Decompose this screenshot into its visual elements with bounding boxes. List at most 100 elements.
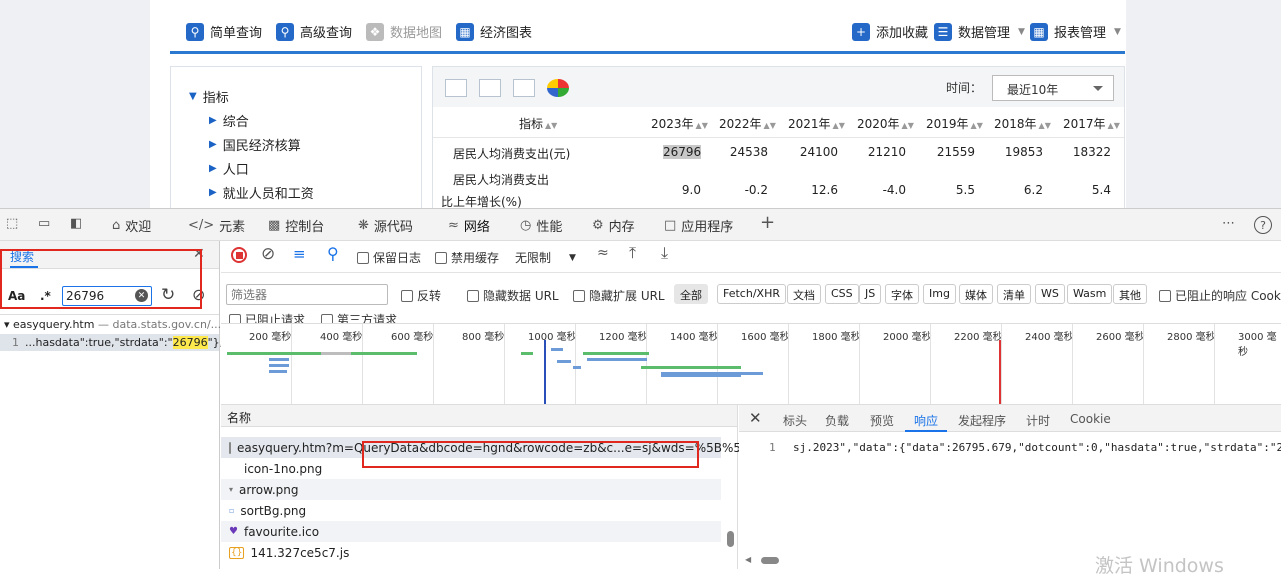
filter-chip-js[interactable]: JS bbox=[859, 284, 882, 304]
time-range-select[interactable]: 最近10年 bbox=[992, 75, 1114, 101]
tree-item-population[interactable]: ▶ 人口 bbox=[209, 159, 249, 178]
blocked-response-cookies-checkbox[interactable]: 已阻止的响应 Cook bbox=[1159, 287, 1281, 304]
filter-input[interactable] bbox=[226, 284, 388, 305]
filter-chip-css[interactable]: CSS bbox=[825, 284, 859, 304]
detail-tab-response[interactable]: 响应 bbox=[914, 412, 938, 429]
bar-chart-icon[interactable] bbox=[479, 79, 501, 97]
tab-elements[interactable]: </> 元素 bbox=[188, 216, 245, 235]
year-column-header[interactable]: 2019年 ▲▼ bbox=[926, 115, 983, 132]
year-column-header[interactable]: 2018年 ▲▼ bbox=[994, 115, 1051, 132]
tab-welcome[interactable]: ⌂ 欢迎 bbox=[112, 216, 151, 235]
detail-tab-timing[interactable]: 计时 bbox=[1026, 412, 1050, 429]
tab-memory[interactable]: ⚙ 内存 bbox=[592, 216, 635, 235]
request-row[interactable]: icon-1no.png bbox=[221, 458, 721, 479]
request-row[interactable]: ▫ sortBg.png bbox=[221, 500, 721, 521]
request-row-easyquery[interactable]: easyquery.htm?m=QueryData&dbcode=hgnd&ro… bbox=[221, 437, 771, 458]
table-view-icon[interactable] bbox=[445, 79, 467, 97]
year-column-header[interactable]: 2023年 ▲▼ bbox=[651, 115, 708, 132]
tab-application[interactable]: □ 应用程序 bbox=[664, 216, 733, 235]
data-management-menu[interactable]: ☰ 数据管理 ▼ bbox=[934, 22, 1025, 41]
clear-search-icon[interactable]: ✕ bbox=[135, 289, 148, 302]
pie-chart-icon[interactable] bbox=[547, 79, 569, 97]
network-conditions-icon[interactable]: ≈ bbox=[597, 245, 609, 261]
indicator-column-header[interactable]: 指标 ▲▼ bbox=[519, 115, 557, 132]
search-icon[interactable]: ⚲ bbox=[327, 244, 339, 263]
search-result-file[interactable]: ▾ easyquery.htm — data.stats.gov.cn/... bbox=[4, 318, 221, 331]
year-column-header[interactable]: 2017年 ▲▼ bbox=[1063, 115, 1120, 132]
detail-tab-preview[interactable]: 预览 bbox=[870, 412, 894, 429]
clear-log-icon[interactable]: ⊘ bbox=[261, 244, 275, 264]
horizontal-bar-icon[interactable] bbox=[513, 79, 535, 97]
invert-checkbox[interactable]: 反转 bbox=[401, 287, 441, 304]
tab-sources[interactable]: ❋ 源代码 bbox=[358, 216, 413, 235]
dock-icon[interactable]: ◧ bbox=[70, 216, 82, 231]
economic-chart-button[interactable]: ▦ 经济图表 bbox=[456, 22, 532, 41]
request-row[interactable]: ♥ favourite.ico bbox=[221, 521, 721, 542]
record-stop-icon[interactable] bbox=[231, 247, 247, 263]
detail-tab-payload[interactable]: 负载 bbox=[825, 412, 849, 429]
filter-chip-media[interactable]: 媒体 bbox=[959, 284, 993, 304]
horizontal-scrollbar[interactable] bbox=[761, 557, 779, 564]
search-panel-title[interactable]: 搜索 bbox=[10, 248, 34, 265]
device-toggle-icon[interactable]: ▭ bbox=[38, 216, 50, 231]
match-case-toggle[interactable]: Aa bbox=[8, 289, 25, 303]
network-timeline-overview[interactable]: 200 毫秒 400 毫秒 600 毫秒 800 毫秒 1000 毫秒 1200… bbox=[221, 323, 1281, 405]
filter-chip-all[interactable]: 全部 bbox=[674, 284, 708, 304]
scroll-left-icon[interactable]: ◀ bbox=[745, 555, 751, 564]
filter-chip-manifest[interactable]: 清单 bbox=[997, 284, 1031, 304]
regex-toggle[interactable]: .* bbox=[40, 289, 51, 303]
export-har-icon[interactable]: ⤓ bbox=[661, 243, 668, 263]
filter-chip-img[interactable]: Img bbox=[923, 284, 956, 304]
filter-chip-doc[interactable]: 文档 bbox=[787, 284, 821, 304]
filter-chip-other[interactable]: 其他 bbox=[1113, 284, 1147, 304]
filter-chip-wasm[interactable]: Wasm bbox=[1067, 284, 1113, 304]
throttle-select[interactable]: 无限制 ▼ bbox=[515, 249, 576, 266]
tab-console[interactable]: ▩ 控制台 bbox=[268, 216, 324, 235]
detail-tab-headers[interactable]: 标头 bbox=[783, 412, 807, 429]
advanced-query-button[interactable]: ⚲ 高级查询 bbox=[276, 22, 352, 41]
year-column-header[interactable]: 2020年 ▲▼ bbox=[857, 115, 914, 132]
tree-root-indicator[interactable]: ▼ 指标 bbox=[189, 87, 229, 106]
detail-tab-initiator[interactable]: 发起程序 bbox=[958, 412, 1006, 429]
help-icon[interactable]: ? bbox=[1254, 216, 1272, 234]
report-management-menu[interactable]: ▦ 报表管理 ▼ bbox=[1030, 22, 1121, 41]
table-cell: 9.0 bbox=[681, 183, 701, 197]
import-har-icon[interactable]: ⤒ bbox=[629, 243, 636, 263]
request-list-scrollbar[interactable] bbox=[727, 531, 734, 547]
request-row[interactable]: {} 141.327ce5c7.js bbox=[221, 542, 721, 563]
filter-icon[interactable]: ≡ bbox=[293, 245, 306, 263]
tree-item-employment-wages[interactable]: ▶ 就业人员和工资 bbox=[209, 183, 314, 202]
search-result-line[interactable]: 1...hasdata":true,"strdata":"26796"},"..… bbox=[12, 336, 239, 349]
image-file-icon: ▫ bbox=[229, 506, 235, 515]
filter-chip-ws[interactable]: WS bbox=[1035, 284, 1065, 304]
more-options-icon[interactable]: ⋯ bbox=[1222, 216, 1235, 231]
disable-cache-checkbox[interactable]: 禁用缓存 bbox=[435, 249, 499, 266]
table-cell-highlighted: 26796 bbox=[663, 145, 702, 159]
data-map-button[interactable]: ❖ 数据地图 bbox=[366, 22, 442, 41]
close-search-icon[interactable]: ✕ bbox=[193, 246, 205, 262]
name-column-header[interactable]: 名称 bbox=[227, 409, 251, 426]
request-row[interactable]: ▾ arrow.png bbox=[221, 479, 721, 500]
filter-chip-fetch-xhr[interactable]: Fetch/XHR bbox=[717, 284, 786, 304]
close-detail-icon[interactable]: ✕ bbox=[749, 409, 762, 427]
hide-data-url-checkbox[interactable]: 隐藏数据 URL bbox=[467, 287, 559, 304]
tree-item-national-accounts[interactable]: ▶ 国民经济核算 bbox=[209, 135, 301, 154]
simple-query-button[interactable]: ⚲ 简单查询 bbox=[186, 22, 262, 41]
dropdown-caret-icon: ▼ bbox=[1114, 26, 1121, 37]
refresh-icon[interactable]: ↻ bbox=[161, 285, 175, 305]
year-column-header[interactable]: 2022年 ▲▼ bbox=[719, 115, 776, 132]
filter-chip-font[interactable]: 字体 bbox=[885, 284, 919, 304]
detail-tab-cookie[interactable]: Cookie bbox=[1070, 412, 1111, 426]
year-column-header[interactable]: 2021年 ▲▼ bbox=[788, 115, 845, 132]
hide-extension-url-checkbox[interactable]: 隐藏扩展 URL bbox=[573, 287, 665, 304]
add-favorite-button[interactable]: + 添加收藏 bbox=[852, 22, 928, 41]
more-tabs-plus-icon[interactable]: + bbox=[760, 212, 775, 233]
inspect-icon[interactable]: ⬚ bbox=[6, 216, 18, 231]
tree-item-general[interactable]: ▶ 综合 bbox=[209, 111, 249, 130]
detail-tab-bar bbox=[739, 405, 1281, 432]
tab-performance[interactable]: ◷ 性能 bbox=[520, 216, 562, 235]
clear-results-icon[interactable]: ⊘ bbox=[192, 285, 205, 304]
preserve-log-checkbox[interactable]: 保留日志 bbox=[357, 249, 421, 266]
tab-network[interactable]: ≈ 网络 bbox=[448, 216, 490, 244]
map-icon: ❖ bbox=[366, 22, 384, 41]
